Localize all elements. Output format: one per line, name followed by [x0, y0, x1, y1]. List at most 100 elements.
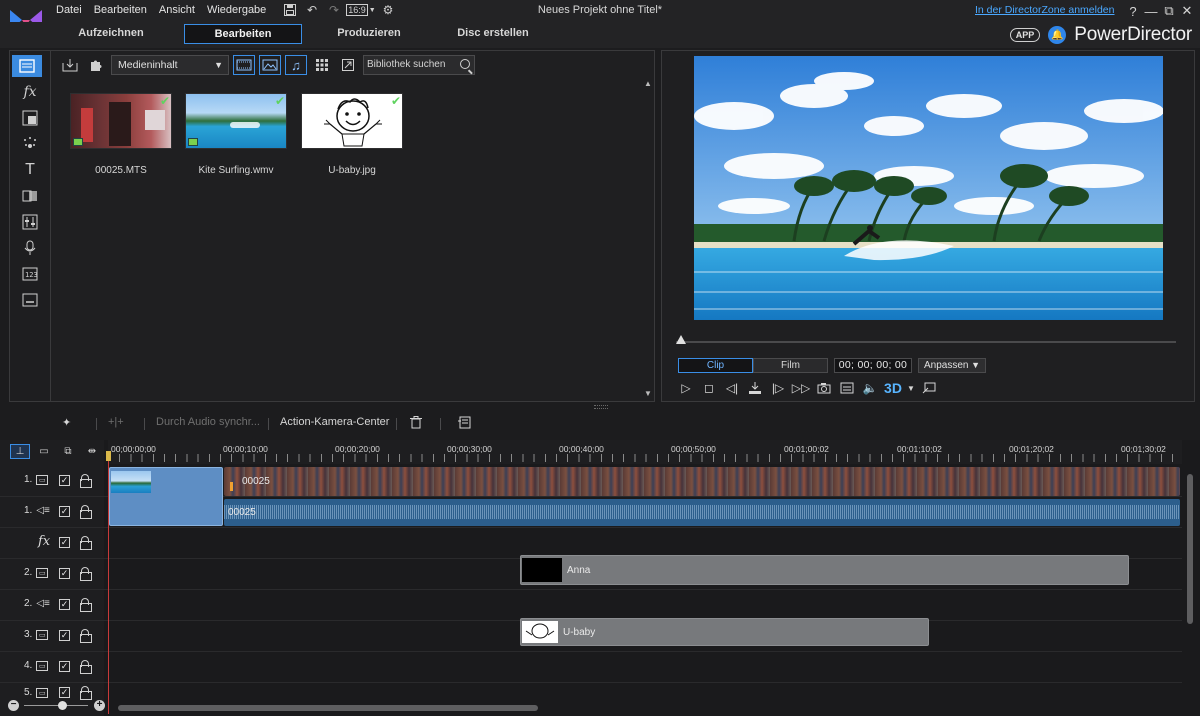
scroll-down-icon[interactable]: ▼ [644, 389, 652, 398]
timeline-ruler[interactable]: 00;00;00;00 00;00;10;00 00;00;20;00 00;0… [108, 440, 1182, 464]
undo-icon[interactable]: ↶ [304, 2, 320, 18]
fast-forward-icon[interactable]: ▷▷ [791, 379, 811, 397]
split-icon[interactable] [745, 379, 765, 397]
track-enable-checkbox[interactable]: ✓ [59, 687, 70, 698]
track-enable-checkbox[interactable]: ✓ [59, 537, 70, 548]
fx-room-icon[interactable]: fx [16, 81, 44, 103]
media-room-icon[interactable] [12, 55, 42, 77]
scroll-up-icon[interactable]: ▲ [644, 79, 652, 88]
plugin-puzzle-icon[interactable] [85, 55, 107, 75]
tab-aufzeichnen[interactable]: Aufzeichnen [52, 24, 170, 44]
timeline-zoom-slider[interactable]: − + [8, 700, 105, 714]
timecode-display[interactable]: 00; 00; 00; 00 [834, 358, 912, 373]
restore-icon[interactable]: ⧉ [1160, 2, 1178, 20]
timeline-options-icon[interactable] [458, 416, 471, 432]
track-manager-icon[interactable]: ⧉ [58, 444, 78, 459]
menu-wiedergabe[interactable]: Wiedergabe [207, 3, 274, 17]
action-camera-center-button[interactable]: Action-Kamera-Center [280, 416, 389, 428]
film-mode-button[interactable]: Film [753, 358, 828, 373]
lock-icon[interactable] [80, 567, 92, 581]
previous-frame-icon[interactable]: ◁| [722, 379, 742, 397]
3d-options-caret-icon[interactable]: ▼ [906, 379, 916, 397]
zoom-out-icon[interactable]: − [8, 700, 19, 711]
undock-preview-icon[interactable] [919, 379, 939, 397]
snapshot-camera-icon[interactable] [814, 379, 834, 397]
settings-gear-icon[interactable]: ⚙ [380, 2, 396, 18]
track-enable-checkbox[interactable]: ✓ [59, 661, 70, 672]
menu-datei[interactable]: Datei [56, 3, 90, 17]
media-item-u-baby[interactable]: ✔ U-baby.jpg [301, 93, 403, 176]
fit-zoom-dropdown[interactable]: Anpassen ▼ [918, 358, 986, 373]
audio-mixing-room-icon[interactable] [16, 211, 44, 233]
clip-audio-00025[interactable]: 00025 [224, 499, 1180, 526]
audio-sync-button[interactable]: Durch Audio synchr... [156, 416, 260, 428]
timeline-playhead[interactable] [108, 456, 109, 714]
media-item-kite-surfing[interactable]: ✔ Kite Surfing.wmv [185, 93, 287, 176]
3d-mode-button[interactable]: 3D [883, 379, 903, 397]
scroll-thumb[interactable] [118, 705, 538, 711]
notification-bell-icon[interactable]: 🔔 [1048, 26, 1067, 44]
track-enable-checkbox[interactable]: ✓ [59, 568, 70, 579]
timeline-vertical-scrollbar[interactable] [1186, 464, 1194, 716]
clip-video-00025[interactable]: 00025 [224, 467, 1180, 496]
close-icon[interactable]: ✕ [1178, 2, 1196, 20]
fit-timeline-icon[interactable]: ⇹ [82, 444, 102, 459]
filter-audio-icon[interactable]: ♫ [285, 55, 307, 75]
track-enable-checkbox[interactable]: ✓ [59, 630, 70, 641]
lock-icon[interactable] [80, 505, 92, 519]
media-item-00025[interactable]: ✔ 00025.MTS [70, 93, 172, 176]
stop-icon[interactable]: ◻ [699, 379, 719, 397]
clip-kite-surfing-selected[interactable] [109, 467, 223, 526]
split-clip-icon[interactable]: +|+ [108, 416, 124, 428]
filter-video-icon[interactable] [233, 55, 255, 75]
playhead-handle[interactable] [106, 451, 111, 461]
lock-icon[interactable] [80, 629, 92, 643]
lock-icon[interactable] [80, 660, 92, 674]
delete-trash-icon[interactable] [410, 416, 422, 432]
zoom-in-icon[interactable]: + [94, 700, 105, 711]
minimize-icon[interactable]: — [1142, 2, 1160, 20]
menu-bearbeiten[interactable]: Bearbeiten [94, 3, 155, 17]
subtitle-room-icon[interactable] [16, 289, 44, 311]
import-media-icon[interactable] [59, 55, 81, 75]
tab-produzieren[interactable]: Produzieren [310, 24, 428, 44]
filter-image-icon[interactable] [259, 55, 281, 75]
clip-title-anna[interactable]: Anna [520, 555, 1129, 585]
next-frame-icon[interactable]: |▷ [768, 379, 788, 397]
library-scrollbar[interactable]: ▲ ▼ [644, 79, 652, 399]
play-icon[interactable]: ▷ [676, 379, 696, 397]
track-enable-checkbox[interactable]: ✓ [59, 506, 70, 517]
tab-bearbeiten[interactable]: Bearbeiten [184, 24, 302, 44]
redo-icon[interactable]: ↷ [326, 2, 342, 18]
pip-room-icon[interactable] [16, 107, 44, 129]
subtitle-preview-icon[interactable] [837, 379, 857, 397]
clip-image-u-baby[interactable]: U-baby [520, 618, 929, 646]
volume-icon[interactable]: 🔈 [860, 379, 880, 397]
seek-slider-knob[interactable] [676, 335, 686, 344]
preview-seek-bar[interactable] [676, 341, 1176, 343]
directorzone-login-link[interactable]: In der DirectorZone anmelden [975, 4, 1115, 16]
aspect-ratio-icon[interactable]: 16:9 ▼ [346, 2, 376, 18]
menu-ansicht[interactable]: Ansicht [159, 3, 203, 17]
zoom-knob[interactable] [58, 701, 67, 710]
enlarge-library-icon[interactable] [337, 55, 359, 75]
track-enable-checkbox[interactable]: ✓ [59, 475, 70, 486]
particle-room-icon[interactable] [16, 133, 44, 155]
title-room-icon[interactable]: T [16, 159, 44, 181]
help-icon[interactable]: ? [1124, 2, 1142, 20]
save-icon[interactable] [282, 2, 298, 18]
media-filter-dropdown[interactable]: Medieninhalt ▼ [111, 55, 229, 75]
lock-icon[interactable] [80, 686, 92, 700]
lock-icon[interactable] [80, 598, 92, 612]
magic-tools-icon[interactable]: ✦ [62, 416, 71, 429]
lock-icon[interactable] [80, 474, 92, 488]
tab-disc-erstellen[interactable]: Disc erstellen [434, 24, 552, 44]
timeline-horizontal-scrollbar[interactable] [118, 704, 1178, 712]
grid-view-icon[interactable] [311, 55, 333, 75]
voiceover-room-icon[interactable] [16, 237, 44, 259]
clip-mode-button[interactable]: Clip [678, 358, 753, 373]
transition-room-icon[interactable] [16, 185, 44, 207]
library-search-input[interactable]: Bibliothek suchen [363, 55, 475, 75]
lock-icon[interactable] [80, 536, 92, 550]
panel-splitter[interactable] [594, 405, 608, 409]
